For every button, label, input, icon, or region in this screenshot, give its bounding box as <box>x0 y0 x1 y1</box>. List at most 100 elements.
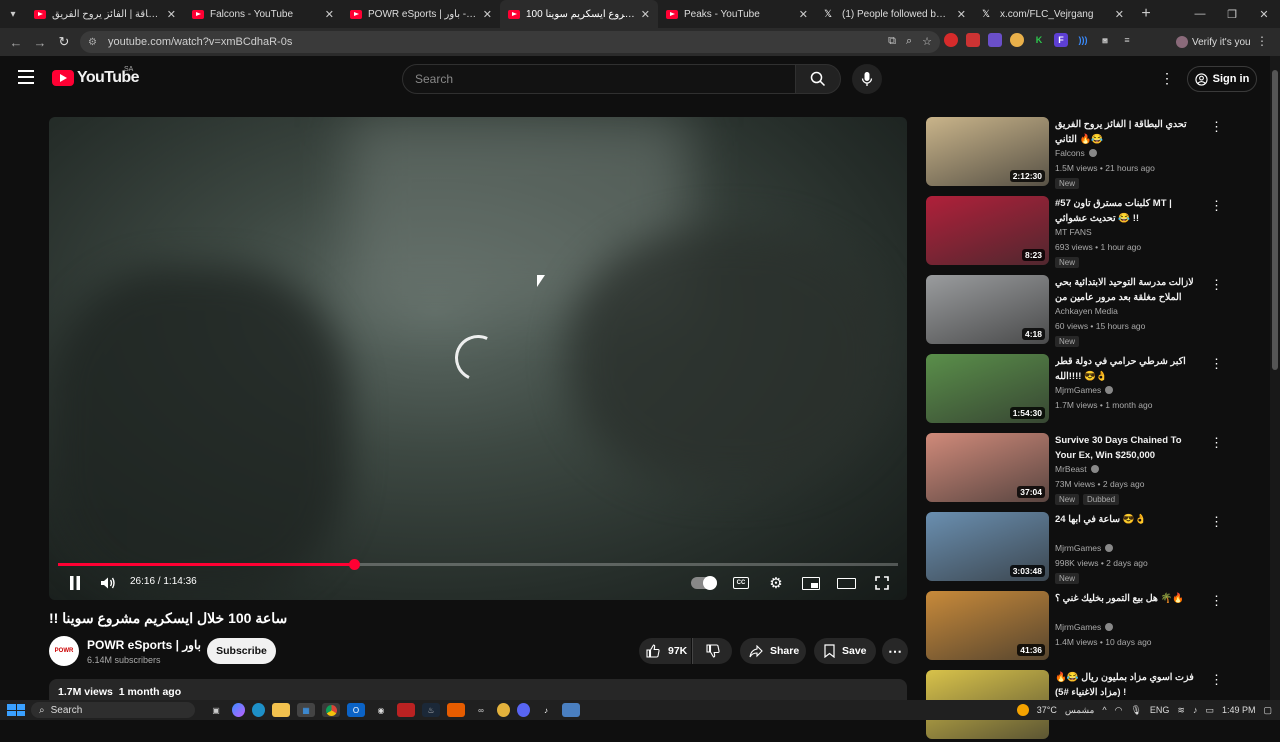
browser-tab[interactable]: 𝕏x.com/FLC_Vejrgang ✕ <box>974 0 1132 28</box>
taskbar-search[interactable]: ⌕ Search <box>31 702 195 718</box>
settings-button[interactable]: ⚙ <box>767 574 785 592</box>
page-scrollbar[interactable] <box>1270 56 1280 700</box>
mute-button[interactable] <box>99 575 117 591</box>
channel-name[interactable]: POWR eSports | باور <box>87 638 201 652</box>
browser-menu-icon[interactable]: ⋮ <box>1256 34 1268 48</box>
recommended-video[interactable]: 2:12:30 تحدي البطاقة | الفائز يروح الفريق… <box>926 117 1226 189</box>
reload-icon[interactable]: ↻ <box>52 34 76 50</box>
zoom-icon[interactable]: ⌕ <box>906 35 912 48</box>
video-thumbnail[interactable]: 1:54:30 <box>926 354 1049 423</box>
media-control-icon[interactable]: ≡ <box>1120 33 1134 47</box>
recommended-video[interactable]: 4:18 لازالت مدرسة التوحيد الابتدائية بحي … <box>926 275 1226 347</box>
close-tab-icon[interactable]: ✕ <box>799 8 808 21</box>
recommended-title[interactable]: هل بيع التمور بخليك غني ؟ 🌴🔥 <box>1055 591 1195 606</box>
subscribe-button[interactable]: Subscribe <box>207 638 276 664</box>
microphone-tray-icon[interactable]: 🎙 <box>1130 705 1141 716</box>
tiktok-icon[interactable]: ♪ <box>537 703 555 717</box>
bookmark-star-icon[interactable]: ☆ <box>922 35 932 48</box>
outlook-icon[interactable]: O <box>347 703 365 717</box>
miniplayer-button[interactable] <box>802 576 820 590</box>
extensions-puzzle-icon[interactable]: ⧆ <box>1098 33 1112 47</box>
network-icon[interactable]: ◠ <box>1115 705 1123 716</box>
voice-search-button[interactable] <box>852 64 882 94</box>
restore-icon[interactable]: ❐ <box>1216 0 1248 28</box>
obs-icon[interactable]: ◉ <box>372 703 390 717</box>
recommended-title[interactable]: 24 ساعة في ابها 😎👌 <box>1055 512 1195 527</box>
search-input[interactable]: Search <box>402 64 796 94</box>
extension-wave-icon[interactable]: ))) <box>1076 33 1090 47</box>
app-orange-icon[interactable] <box>447 703 465 717</box>
recommended-video[interactable]: 37:04 Survive 30 Days Chained To Your Ex,… <box>926 433 1226 505</box>
video-thumbnail[interactable]: 41:36 <box>926 591 1049 660</box>
save-button[interactable]: Save <box>814 638 876 664</box>
profile-button[interactable]: Verify it's you <box>1176 33 1251 51</box>
notepad-icon[interactable] <box>562 703 580 717</box>
edge-icon[interactable] <box>252 703 265 717</box>
browser-tab[interactable]: 100 ساعة خلال مشروع ايسكريم سوينا ✕ <box>500 0 658 28</box>
chrome-icon[interactable] <box>322 703 340 717</box>
progress-bar[interactable] <box>58 559 898 570</box>
battery-icon[interactable]: ▭ <box>1205 705 1214 716</box>
search-button[interactable] <box>795 64 841 94</box>
share-button[interactable]: Share <box>740 638 806 664</box>
back-icon[interactable]: ← <box>4 35 28 50</box>
wifi-icon[interactable]: ≋ <box>1177 705 1185 716</box>
youtube-logo[interactable]: YouTube SA <box>52 66 139 87</box>
forward-icon[interactable]: → <box>28 35 52 50</box>
extension-shield-icon[interactable] <box>988 33 1002 47</box>
file-explorer-icon[interactable] <box>272 703 290 717</box>
recommended-channel[interactable]: MjrmGames <box>1055 622 1114 632</box>
video-thumbnail[interactable]: 4:18 <box>926 275 1049 344</box>
recommended-channel[interactable]: Falcons <box>1055 148 1097 158</box>
recommended-video[interactable]: 41:36 هل بيع التمور بخليك غني ؟ 🌴🔥 MjrmGam… <box>926 591 1226 663</box>
captions-button[interactable]: CC <box>733 577 749 589</box>
autoplay-toggle[interactable] <box>691 576 717 590</box>
weather-temp[interactable]: 37°C <box>1037 705 1057 715</box>
extension-k-icon[interactable]: K <box>1032 33 1046 47</box>
recommended-title[interactable]: اكبر شرطي حرامي في دولة قطر !!!!الله 😎👌 <box>1055 354 1195 384</box>
app-yellow-icon[interactable] <box>497 703 510 717</box>
browser-tab[interactable]: 𝕏 (1) People followed by Nikola ✕ <box>816 0 974 28</box>
theater-mode-button[interactable] <box>837 577 856 589</box>
recommended-channel[interactable]: MjrmGames <box>1055 543 1114 553</box>
settings-kebab-icon[interactable]: ⋮ <box>1160 70 1174 87</box>
tray-chevron-icon[interactable]: ^ <box>1102 705 1106 715</box>
recommended-title[interactable]: تحدي البطاقة | الفائز يروح الفريق الثاني… <box>1055 117 1195 147</box>
recommended-video[interactable]: 3:03:48 24 ساعة في ابها 😎👌 MjrmGames 998K v… <box>926 512 1226 584</box>
channel-avatar[interactable]: POWR <box>49 636 79 666</box>
more-options-icon[interactable]: ⋮ <box>1210 435 1223 451</box>
extension-f-icon[interactable]: F <box>1054 33 1068 47</box>
browser-tab[interactable]: POWR eSports | باور - YouTube ✕ <box>342 0 500 28</box>
menu-hamburger-icon[interactable] <box>18 70 34 84</box>
weather-icon[interactable] <box>1016 704 1029 716</box>
more-options-icon[interactable]: ⋮ <box>1210 514 1223 530</box>
recommended-title[interactable]: Survive 30 Days Chained To Your Ex, Win … <box>1055 433 1195 463</box>
new-tab-button[interactable]: + <box>1132 5 1160 23</box>
video-thumbnail[interactable]: 2:12:30 <box>926 117 1049 186</box>
scrubber-handle[interactable] <box>348 559 360 570</box>
pause-button[interactable] <box>67 575 83 591</box>
recommended-channel[interactable]: MrBeast <box>1055 464 1099 474</box>
browser-tab[interactable]: Peaks - YouTube ✕ <box>658 0 816 28</box>
recommended-title[interactable]: لازالت مدرسة التوحيد الابتدائية بحي المل… <box>1055 275 1195 305</box>
lang-indicator[interactable]: ENG <box>1150 705 1170 715</box>
close-tab-icon[interactable]: ✕ <box>641 8 650 21</box>
close-tab-icon[interactable]: ✕ <box>483 8 492 21</box>
video-player[interactable]: 26:16 / 1:14:36 CC ⚙ <box>49 117 907 600</box>
install-app-icon[interactable]: ⧉ <box>888 35 896 48</box>
recommended-title[interactable]: فزت اسوي مزاد بمليون ريال 😂🔥 ! (مزاد الا… <box>1055 670 1195 700</box>
more-options-icon[interactable]: ⋮ <box>1210 277 1223 293</box>
close-tab-icon[interactable]: ✕ <box>957 8 966 21</box>
close-tab-icon[interactable]: ✕ <box>167 8 176 21</box>
discord-icon[interactable] <box>517 703 530 717</box>
copilot-icon[interactable] <box>232 703 245 717</box>
notification-icon[interactable]: ▢ <box>1263 705 1272 716</box>
fullscreen-button[interactable] <box>874 575 890 591</box>
video-thumbnail[interactable]: 8:23 <box>926 196 1049 265</box>
store-icon[interactable]: ▦ <box>297 703 315 717</box>
app-red-icon[interactable] <box>397 703 415 717</box>
extension-lamp-icon[interactable] <box>1010 33 1024 47</box>
clock[interactable]: 1:49 PM <box>1222 705 1256 715</box>
site-info-icon[interactable]: ⚙ <box>88 37 100 48</box>
more-options-icon[interactable]: ⋮ <box>1210 119 1223 135</box>
